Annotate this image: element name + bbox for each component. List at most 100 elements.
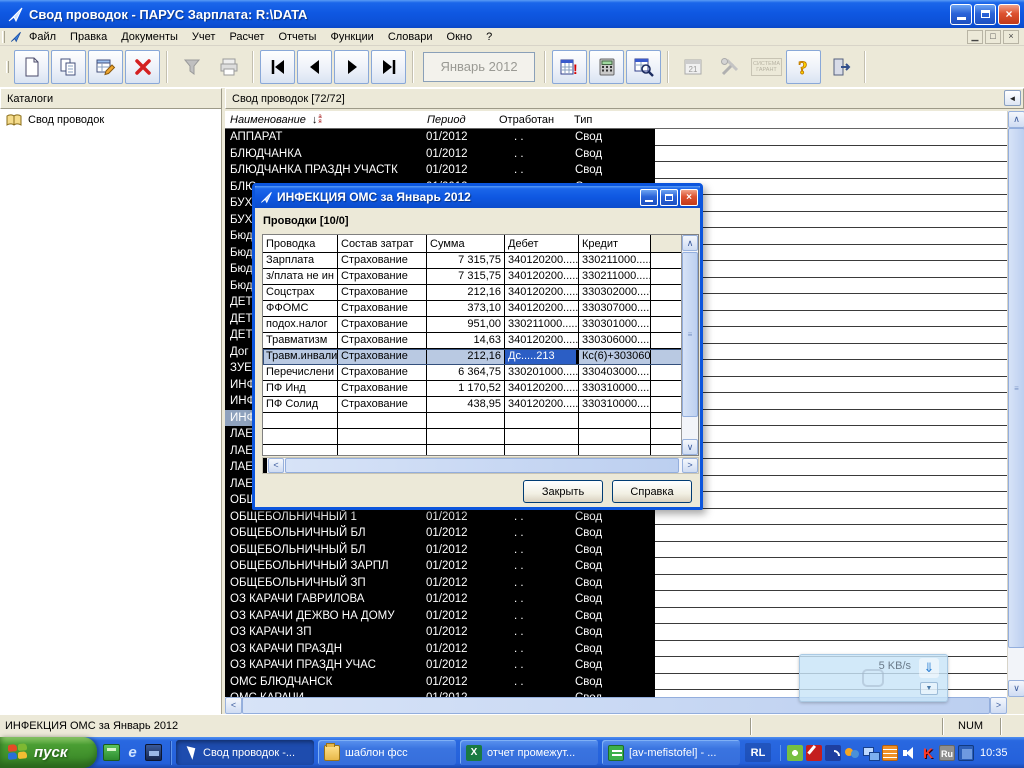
scroll-down-icon[interactable]: ∨ <box>1008 680 1024 697</box>
column-header[interactable]: Период <box>422 111 494 128</box>
entry-row[interactable]: з/плата не инСтрахование7 315,7534012020… <box>263 269 698 285</box>
expand-arrow-icon[interactable]: ▼ <box>920 682 938 695</box>
entry-row[interactable]: ТравматизмСтрахование14,63340120200.....… <box>263 333 698 349</box>
column-header[interactable]: Кредит <box>579 235 651 252</box>
task-button[interactable]: Свод проводок -... <box>176 740 314 765</box>
new-button[interactable] <box>14 50 49 84</box>
scroll-up-icon[interactable]: ∧ <box>1008 111 1024 128</box>
close-button[interactable]: × <box>998 4 1020 25</box>
column-header[interactable]: Дебет <box>505 235 579 252</box>
tools-button[interactable] <box>712 50 747 84</box>
table-row[interactable]: АППАРАТ01/2012. .Свод <box>225 129 1007 146</box>
network-icon[interactable] <box>863 745 879 761</box>
mdi-restore-button[interactable]: □ <box>985 30 1001 44</box>
phone-icon[interactable] <box>825 745 841 761</box>
table-row[interactable]: ОБЩЕБОЛЬНИЧНЫЙ БЛ01/2012. .Свод <box>225 525 1007 542</box>
kaspersky-icon[interactable]: K <box>920 745 936 761</box>
edit-button[interactable] <box>88 50 123 84</box>
column-header[interactable]: Сумма <box>427 235 505 252</box>
close-dialog-button[interactable]: Закрыть <box>523 480 603 503</box>
entry-row[interactable]: СоцстрахСтрахование212,16340120200.....3… <box>263 285 698 301</box>
entry-row[interactable]: ПеречислениСтрахование6 364,75330201000.… <box>263 365 698 381</box>
menu-item[interactable]: Словари <box>381 29 440 45</box>
collapse-panel-button[interactable]: ◄ <box>1004 90 1021 106</box>
download-speed-widget[interactable]: 5 KB/s ⇓ ▼ <box>799 654 948 702</box>
first-record-button[interactable] <box>260 50 295 84</box>
table-row[interactable]: ОЗ КАРАЧИ ГАВРИЛОВА01/2012. .Свод <box>225 591 1007 608</box>
dialog-close-button[interactable]: × <box>680 189 698 206</box>
table-row[interactable]: БЛЮДЧАНКА01/2012. .Свод <box>225 146 1007 163</box>
table-row[interactable]: ОБЩЕБОЛЬНИЧНЫЙ ЗП01/2012. .Свод <box>225 575 1007 592</box>
column-header[interactable]: Состав затрат <box>338 235 427 252</box>
task-button[interactable]: [av-mefistofel] - ... <box>602 740 740 765</box>
column-header[interactable]: Наименование↓ая <box>225 111 422 128</box>
minimize-button[interactable] <box>950 4 972 25</box>
mail-icon[interactable] <box>882 745 898 761</box>
adobe-icon[interactable] <box>806 745 822 761</box>
download-arrow-icon[interactable]: ⇓ <box>919 658 939 678</box>
entry-row[interactable]: ФФОМССтрахование373,10340120200.....3303… <box>263 301 698 317</box>
ie-icon[interactable]: e <box>124 744 141 761</box>
task-button[interactable]: Xотчет промежут... <box>460 740 598 765</box>
table-row[interactable]: ОЗ КАРАЧИ ЗП01/2012. .Свод <box>225 624 1007 641</box>
restore-button[interactable] <box>974 4 996 25</box>
menu-item[interactable]: Файл <box>22 29 63 45</box>
scrollbar-thumb[interactable] <box>285 458 679 473</box>
language-indicator[interactable]: RL <box>745 743 771 762</box>
debet-edit-cell[interactable]: Дс.....213 <box>505 349 579 364</box>
toolbar-grip[interactable] <box>6 61 9 73</box>
menu-item[interactable]: Учет <box>185 29 223 45</box>
scroll-left-icon[interactable]: < <box>225 697 242 714</box>
last-record-button[interactable] <box>371 50 406 84</box>
scrollbar-thumb[interactable]: ≡ <box>1008 128 1024 648</box>
dialog-maximize-button[interactable] <box>660 189 678 206</box>
garant-button[interactable]: СИСТЕМАГАРАНТ <box>749 50 784 84</box>
period-field[interactable]: Январь 2012 <box>423 52 535 82</box>
app-icon[interactable] <box>958 745 974 761</box>
entry-row[interactable]: ЗарплатаСтрахование7 315,75340120200....… <box>263 253 698 269</box>
scroll-up-icon[interactable]: ∧ <box>682 235 698 251</box>
prev-record-button[interactable] <box>297 50 332 84</box>
main-vertical-scrollbar[interactable]: ∧ ≡ ∨ <box>1007 111 1024 697</box>
scrollbar-thumb[interactable]: ≡ <box>682 252 698 417</box>
menu-item[interactable]: Окно <box>440 29 480 45</box>
lang-ru-badge[interactable]: Ru <box>939 745 955 761</box>
menu-item[interactable]: Правка <box>63 29 114 45</box>
copy-button[interactable] <box>51 50 86 84</box>
calc-run-button[interactable]: ! <box>552 50 587 84</box>
dialog-horizontal-scrollbar[interactable]: < > <box>262 457 699 474</box>
tree-item-svod-provodok[interactable]: Свод проводок <box>0 109 221 131</box>
scroll-right-icon[interactable]: > <box>990 697 1007 714</box>
table-row[interactable]: ОБЩЕБОЛЬНИЧНЫЙ БЛ01/2012. .Свод <box>225 542 1007 559</box>
delete-button[interactable] <box>125 50 160 84</box>
menu-item[interactable]: ? <box>479 29 499 45</box>
help-dialog-button[interactable]: Справка <box>612 480 692 503</box>
entry-row[interactable]: Травм.инвалиСтрахование212,16Дс.....213К… <box>263 349 698 365</box>
phone-qicon[interactable] <box>103 744 120 761</box>
scroll-down-icon[interactable]: ∨ <box>682 439 698 455</box>
app-qicon[interactable] <box>145 744 162 761</box>
menu-item[interactable]: Функции <box>323 29 380 45</box>
calendar-button[interactable]: 21 <box>675 50 710 84</box>
start-button[interactable]: пуск <box>0 737 97 768</box>
column-header[interactable]: Отработан <box>494 111 569 128</box>
table-row[interactable]: ОБЩЕБОЛЬНИЧНЫЙ 101/2012. .Свод <box>225 509 1007 526</box>
scroll-right-icon[interactable]: > <box>682 458 698 473</box>
calculator-button[interactable] <box>589 50 624 84</box>
dialog-vertical-scrollbar[interactable]: ∧ ≡ ∨ <box>681 235 698 455</box>
table-search-button[interactable] <box>626 50 661 84</box>
menu-item[interactable]: Документы <box>114 29 185 45</box>
entry-row[interactable]: ПФ СолидСтрахование438,95340120200.....3… <box>263 397 698 413</box>
entry-row[interactable]: ПФ ИндСтрахование1 170,52340120200.....3… <box>263 381 698 397</box>
print-button[interactable] <box>211 50 246 84</box>
column-header[interactable]: Проводка <box>263 235 338 252</box>
mdi-close-button[interactable]: × <box>1003 30 1019 44</box>
menu-item[interactable]: Расчет <box>222 29 271 45</box>
scroll-left-icon[interactable]: < <box>268 458 284 473</box>
next-record-button[interactable] <box>334 50 369 84</box>
filter-button[interactable] <box>174 50 209 84</box>
dialog-minimize-button[interactable] <box>640 189 658 206</box>
table-row[interactable]: ОЗ КАРАЧИ ДЕЖВО НА ДОМУ01/2012. .Свод <box>225 608 1007 625</box>
column-header[interactable]: Тип <box>569 111 655 128</box>
mdi-minimize-button[interactable]: ▁ <box>967 30 983 44</box>
